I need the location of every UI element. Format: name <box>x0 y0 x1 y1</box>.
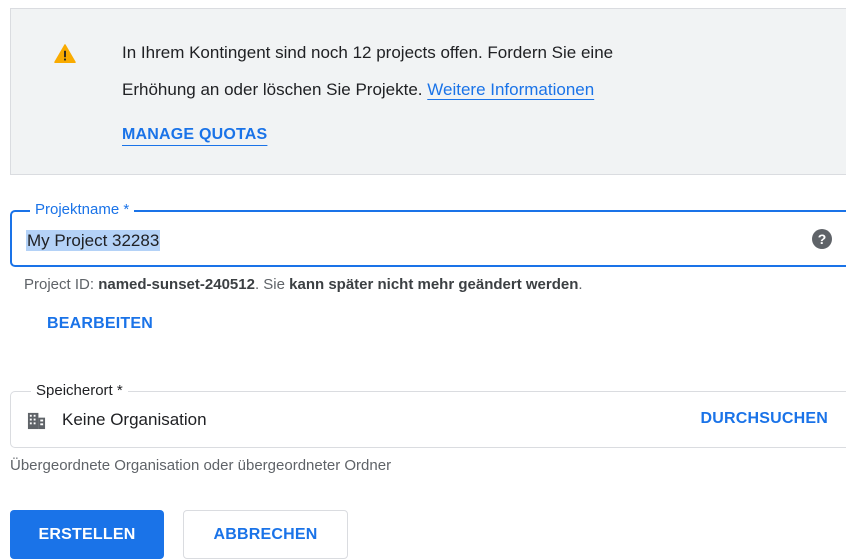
quota-notice: In Ihrem Kontingent sind noch 12 project… <box>10 8 846 175</box>
organization-icon <box>27 412 46 430</box>
edit-project-id-button[interactable]: BEARBEITEN <box>47 315 153 333</box>
project-id-prefix: Project ID: <box>24 276 95 293</box>
manage-quotas-link[interactable]: MANAGE QUOTAS <box>122 126 267 144</box>
browse-button[interactable]: DURCHSUCHEN <box>700 410 828 428</box>
project-name-label: Projektname * <box>30 200 135 220</box>
location-label: Speicherort * <box>31 381 128 401</box>
project-name-input[interactable]: My Project 32283 <box>26 230 161 251</box>
help-icon[interactable]: ? <box>812 229 832 249</box>
create-button[interactable]: ERSTELLEN <box>10 510 164 559</box>
new-project-form: In Ihrem Kontingent sind noch 12 project… <box>0 0 846 559</box>
project-id-suffix: . Sie <box>254 276 285 293</box>
quota-notice-line2: Erhöhung an oder löschen Sie Projekte. <box>122 80 423 99</box>
quota-notice-line1: In Ihrem Kontingent sind noch 12 project… <box>122 43 614 62</box>
cancel-button[interactable]: ABBRECHEN <box>183 510 348 559</box>
project-name-field[interactable]: Projektname * My Project 32283 ? <box>10 200 846 267</box>
project-id-end: . <box>578 276 583 293</box>
project-id-warning: kann später nicht mehr geändert werden <box>289 276 579 293</box>
project-id-value: named-sunset-240512 <box>98 276 255 293</box>
location-field[interactable]: Speicherort * Keine Organisation DURCHSU… <box>10 381 846 448</box>
location-helper-text: Übergeordnete Organisation oder übergeor… <box>10 457 392 474</box>
more-info-link[interactable]: Weitere Informationen <box>427 80 594 99</box>
location-value: Keine Organisation <box>62 410 207 429</box>
warning-icon <box>54 44 76 63</box>
project-id-hint: Project ID: named-sunset-240512. Sie kan… <box>24 276 583 293</box>
quota-notice-text: In Ihrem Kontingent sind noch 12 project… <box>122 34 762 108</box>
